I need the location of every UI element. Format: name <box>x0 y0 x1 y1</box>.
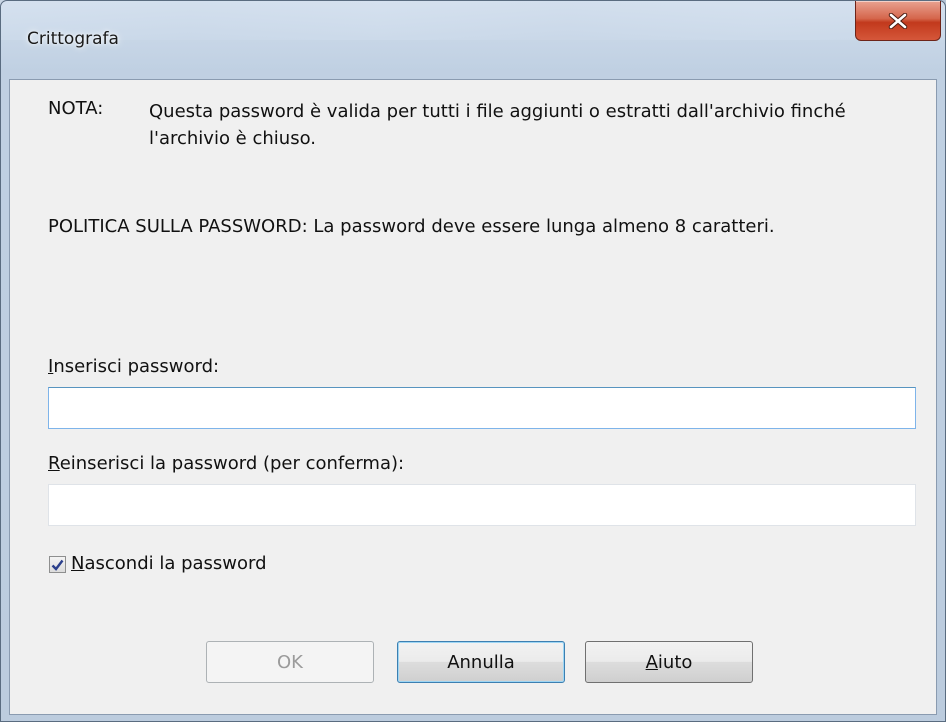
window-title: Crittografa <box>27 29 119 49</box>
note-text: Questa password è valida per tutti i fil… <box>149 101 846 149</box>
hide-password-label[interactable]: Nascondi la password <box>71 553 267 575</box>
password-policy-text: POLITICA SULLA PASSWORD: La password dev… <box>48 216 775 237</box>
note-label: NOTA: <box>48 98 104 119</box>
hide-password-label-accelerator: N <box>71 553 85 574</box>
password-label-text: nserisci password: <box>53 356 220 377</box>
confirm-password-label: Reinserisci la password (per conferma): <box>48 453 404 475</box>
hide-password-checkbox[interactable] <box>49 556 66 573</box>
close-icon <box>888 12 908 29</box>
hide-password-label-text: ascondi la password <box>84 553 267 574</box>
password-label: Inserisci password: <box>48 356 219 378</box>
confirm-password-label-text: einserisci la password (per conferma): <box>59 453 405 474</box>
ok-button[interactable]: OK <box>206 641 374 683</box>
cancel-button[interactable]: Annulla <box>397 641 565 683</box>
dialog-body: NOTA: Questa password è valida per tutti… <box>9 79 937 715</box>
confirm-password-label-accelerator: R <box>48 453 60 474</box>
help-button-accelerator: A <box>645 651 658 673</box>
title-bar[interactable]: Crittografa <box>1 1 945 78</box>
help-button-text: iuto <box>657 651 693 673</box>
password-input[interactable] <box>48 387 916 429</box>
help-button[interactable]: Aiuto <box>585 641 753 683</box>
close-button[interactable] <box>855 1 941 41</box>
confirm-password-input[interactable] <box>48 484 916 526</box>
dialog-window: Crittografa NOTA: Questa password è vali… <box>0 0 946 722</box>
checkmark-icon <box>51 559 64 571</box>
